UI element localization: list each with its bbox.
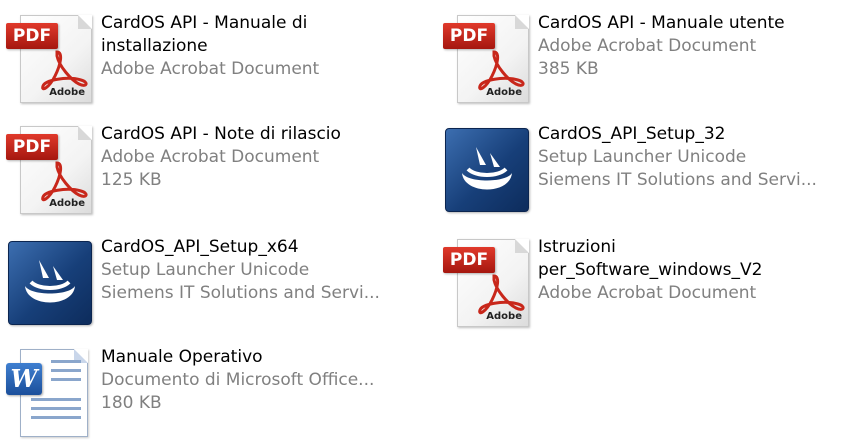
file-name: CardOS API - Manuale utente [538, 13, 785, 33]
file-name: installazione [101, 36, 208, 56]
file-name: per_Software_windows_V2 [538, 260, 763, 280]
pdf-icon: Adobe PDF [6, 15, 92, 103]
file-company: Siemens IT Solutions and Servi... [101, 283, 380, 303]
file-name: Istruzioni [538, 237, 616, 257]
file-name: CardOS_API_Setup_x64 [101, 237, 299, 257]
file-size: 125 KB [101, 170, 162, 190]
file-name: CardOS API - Note di rilascio [101, 124, 341, 144]
file-item-cardos-manuale-installazione[interactable]: Adobe PDF CardOS API - Manuale di instal… [0, 12, 420, 112]
file-type: Documento di Microsoft Office... [101, 370, 375, 390]
file-size: 385 KB [538, 59, 599, 79]
file-name: Manuale Operativo [101, 347, 263, 367]
pdf-icon: Adobe PDF [443, 239, 529, 327]
setup-launcher-icon [6, 239, 92, 325]
file-type: Adobe Acrobat Document [101, 147, 320, 167]
file-name: CardOS API - Manuale di [101, 13, 308, 33]
setup-launcher-icon [443, 126, 529, 212]
file-item-istruzioni-software-windows[interactable]: Adobe PDF Istruzioni per_Software_window… [437, 236, 857, 336]
file-name: CardOS_API_Setup_32 [538, 124, 726, 144]
file-type: Adobe Acrobat Document [101, 59, 320, 79]
file-type: Adobe Acrobat Document [538, 36, 757, 56]
file-item-cardos-manuale-utente[interactable]: Adobe PDF CardOS API - Manuale utente Ad… [437, 12, 857, 112]
file-size: 180 KB [101, 393, 162, 413]
file-company: Siemens IT Solutions and Servi... [538, 170, 817, 190]
file-type: Setup Launcher Unicode [538, 147, 747, 167]
word-document-icon: W [6, 349, 92, 437]
file-type: Setup Launcher Unicode [101, 260, 310, 280]
file-item-cardos-note-di-rilascio[interactable]: Adobe PDF CardOS API - Note di rilascio … [0, 123, 420, 223]
pdf-icon: Adobe PDF [443, 15, 529, 103]
file-item-manuale-operativo[interactable]: W Manuale Operativo Documento di Microso… [0, 346, 420, 446]
file-item-cardos-setup-x64[interactable]: CardOS_API_Setup_x64 Setup Launcher Unic… [0, 236, 420, 336]
file-type: Adobe Acrobat Document [538, 283, 757, 303]
file-item-cardos-setup-32[interactable]: CardOS_API_Setup_32 Setup Launcher Unico… [437, 123, 857, 223]
pdf-icon: Adobe PDF [6, 126, 92, 214]
